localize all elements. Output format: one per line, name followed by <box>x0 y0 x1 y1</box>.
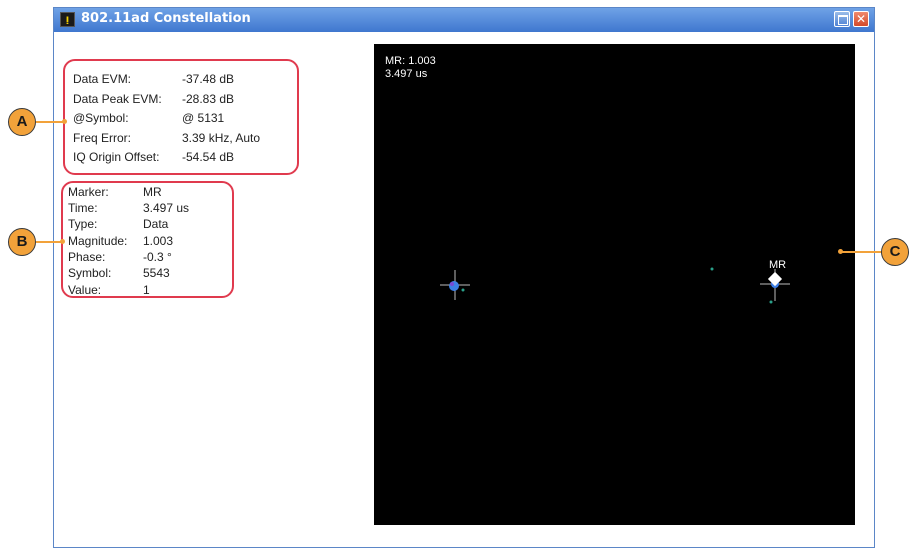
stray-point <box>710 267 714 271</box>
symbol-cluster-left <box>440 270 470 300</box>
callout-a-dot <box>62 119 67 124</box>
constellation-plot[interactable]: MR: 1.003 3.497 us MR <box>374 44 855 525</box>
callout-b-line <box>36 241 62 243</box>
callout-b-box <box>61 181 234 298</box>
callout-a-line <box>36 121 64 123</box>
callout-c-badge: C <box>881 238 909 266</box>
callout-a-badge: A <box>8 108 36 136</box>
callout-b-badge: B <box>8 228 36 256</box>
callout-b-dot <box>60 239 65 244</box>
callout-a-box <box>63 59 299 175</box>
constellation-canvas <box>440 267 790 304</box>
callout-c-dot <box>838 249 843 254</box>
symbol-cluster-right <box>760 269 790 304</box>
